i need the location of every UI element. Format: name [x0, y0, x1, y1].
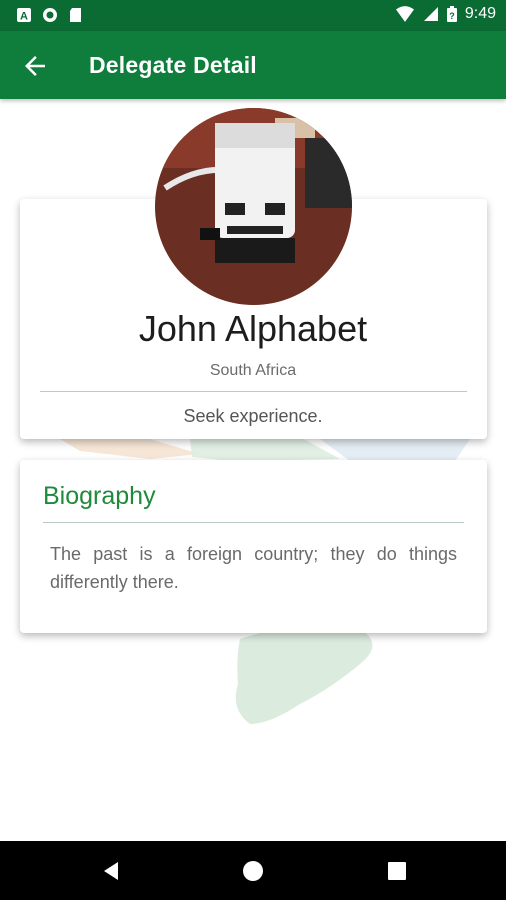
home-circle-icon[interactable] [242, 860, 264, 882]
wifi-icon [395, 6, 414, 22]
app-bar: Delegate Detail [0, 31, 506, 99]
avatar[interactable] [155, 108, 352, 305]
page-title: Delegate Detail [89, 52, 257, 78]
status-bar: A ? 9:49 [0, 0, 506, 31]
battery-icon: ? [446, 6, 457, 22]
delegate-country: South Africa [209, 362, 297, 379]
status-time: 9:49 [464, 5, 496, 22]
back-triangle-icon[interactable] [100, 860, 122, 882]
status-bar-left: A [16, 7, 84, 23]
svg-text:A: A [20, 11, 28, 23]
arrow-back-icon[interactable] [20, 51, 50, 81]
status-bar-right: ? 9:49 [395, 5, 496, 23]
record-icon [43, 8, 57, 22]
biography-divider [43, 522, 464, 523]
delegate-tagline: Seek experience. [183, 406, 323, 426]
recents-square-icon[interactable] [386, 860, 408, 882]
profile-divider [40, 391, 467, 392]
avatar-image [155, 108, 352, 305]
delegate-name: John Alphabet [138, 308, 368, 349]
svg-text:?: ? [449, 11, 455, 21]
biography-text: The past is a foreign country; they do t… [50, 544, 457, 592]
sd-card-icon [70, 8, 81, 22]
biography-heading: Biography [43, 482, 156, 510]
signal-icon [423, 7, 438, 21]
system-nav-bar [0, 841, 506, 900]
a-notification-icon: A [17, 8, 31, 23]
